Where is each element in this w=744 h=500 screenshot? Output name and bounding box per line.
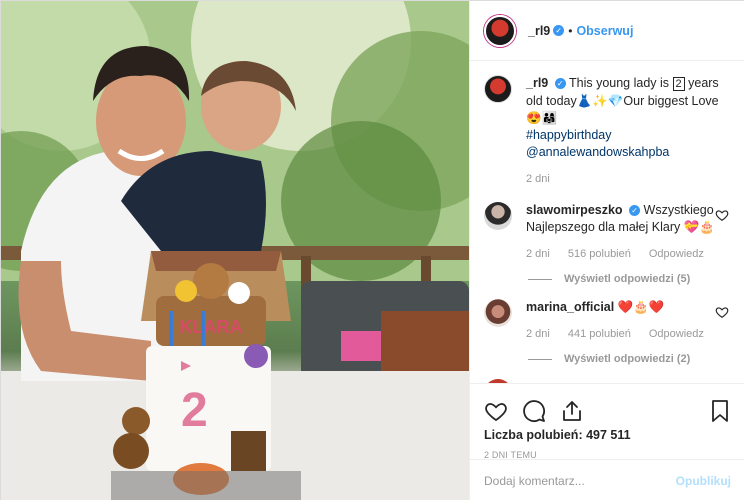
view-replies-label: Wyświetl odpowiedzi (2): [564, 353, 691, 365]
comment-reply-button[interactable]: Odpowiedz: [649, 246, 704, 263]
caption-mention[interactable]: @annalewandowskahpba: [526, 145, 669, 159]
comment-meta: 2 dni 441 polubień Odpowiedz: [526, 326, 731, 343]
comment-time[interactable]: 2 dni: [526, 246, 550, 263]
comment-username[interactable]: marina_official: [526, 300, 614, 314]
commenter-avatar[interactable]: [484, 299, 512, 327]
post-actions: Liczba polubień: 497 511 2 DNI TEMU Opub…: [470, 383, 744, 500]
verified-badge-icon: ✓: [553, 25, 565, 36]
caption-hashtag[interactable]: #happybirthday: [526, 128, 611, 142]
cake-number-text: 2: [181, 384, 208, 437]
caption: _rl9 ✓ This young lady is 2 years old to…: [484, 75, 731, 188]
likes-count[interactable]: Liczba polubień: 497 511: [470, 428, 744, 442]
verified-badge-icon: ✓: [554, 78, 566, 90]
author-username[interactable]: _rl9: [528, 24, 550, 38]
comments-list[interactable]: _rl9 ✓ This young lady is 2 years old to…: [470, 61, 744, 383]
bookmark-icon[interactable]: [709, 399, 731, 423]
caption-body: _rl9 ✓ This young lady is 2 years old to…: [526, 75, 731, 188]
post-header: _rl9 ✓ • Obserwuj: [470, 1, 744, 61]
post-photo[interactable]: KLARA 2: [1, 1, 469, 500]
view-replies-button[interactable]: Wyświetl odpowiedzi (2): [528, 353, 731, 365]
post-side-panel: _rl9 ✓ • Obserwuj _rl9 ✓ This young lady…: [469, 1, 744, 500]
photo-illustration: KLARA 2: [1, 1, 469, 500]
add-comment-bar: Opublikuj: [470, 459, 744, 500]
caption-text-1: This young lady is: [568, 76, 673, 90]
heart-icon[interactable]: [484, 399, 508, 423]
post-dialog: KLARA 2 _rl9 ✓ • Obserwuj _rl9 ✓ This yo…: [0, 0, 744, 500]
caption-time[interactable]: 2 dni: [526, 171, 550, 188]
commenter-avatar[interactable]: [484, 202, 512, 230]
comment-likes[interactable]: 516 polubień: [568, 246, 631, 263]
comment-reply-button[interactable]: Odpowiedz: [649, 326, 704, 343]
caption-username[interactable]: _rl9: [526, 76, 548, 90]
comment-body: slawomirpeszko ✓ Wszystkiego Najlepszego…: [526, 202, 731, 263]
caption-number-box: 2: [672, 77, 685, 91]
replies-divider: [528, 278, 552, 280]
view-replies-button[interactable]: Wyświetl odpowiedzi (5): [528, 273, 731, 285]
comment-like-heart-icon[interactable]: [715, 208, 729, 222]
follow-button[interactable]: Obserwuj: [576, 24, 633, 38]
caption-avatar[interactable]: [484, 75, 512, 103]
comment-meta: 2 dni 516 polubień Odpowiedz: [526, 246, 731, 263]
comment-item: slawomirpeszko ✓ Wszystkiego Najlepszego…: [484, 202, 731, 263]
replies-divider: [528, 358, 552, 360]
comment-username[interactable]: slawomirpeszko: [526, 203, 623, 217]
cake-name-text: KLARA: [180, 317, 243, 337]
comment-likes[interactable]: 441 polubień: [568, 326, 631, 343]
post-comment-button[interactable]: Opublikuj: [676, 474, 731, 488]
add-comment-input[interactable]: [484, 473, 676, 488]
author-avatar[interactable]: [484, 14, 516, 47]
comment-time[interactable]: 2 dni: [526, 326, 550, 343]
caption-meta: 2 dni: [526, 171, 731, 188]
comment-text: ❤️🎂❤️: [617, 300, 665, 314]
share-icon[interactable]: [560, 399, 584, 423]
comment-icon[interactable]: [522, 399, 546, 423]
action-icons: [470, 384, 744, 428]
comment-like-heart-icon[interactable]: [715, 305, 729, 319]
comment-body: marina_official ❤️🎂❤️ 2 dni 441 polubień…: [526, 299, 731, 343]
header-separator: •: [568, 23, 573, 38]
verified-badge-icon: ✓: [629, 205, 641, 217]
view-replies-label: Wyświetl odpowiedzi (5): [564, 273, 691, 285]
comment-item: marina_official ❤️🎂❤️ 2 dni 441 polubień…: [484, 299, 731, 343]
